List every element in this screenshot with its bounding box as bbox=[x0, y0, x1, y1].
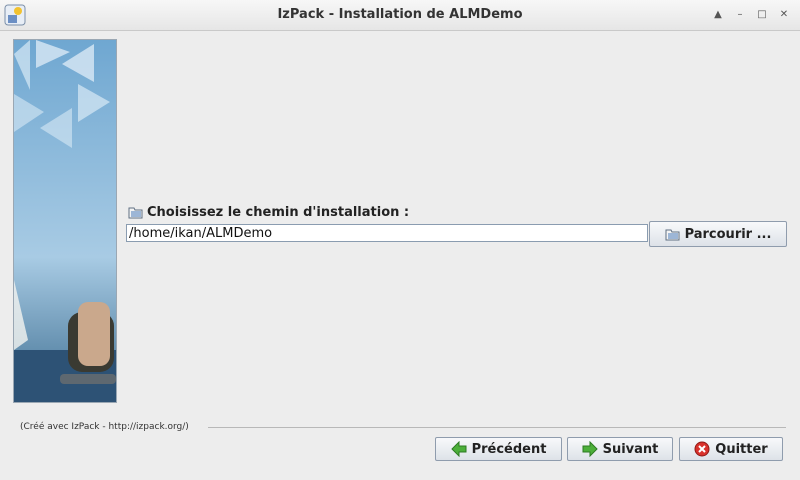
browse-button-label: Parcourir ... bbox=[684, 226, 772, 242]
title-bar: IzPack - Installation de ALMDemo ▲ – □ ✕ bbox=[0, 0, 800, 31]
minimize-icon[interactable]: – bbox=[732, 7, 748, 23]
previous-button[interactable]: Précédent bbox=[435, 437, 562, 461]
window-title: IzPack - Installation de ALMDemo bbox=[277, 7, 523, 22]
browse-button[interactable]: Parcourir ... bbox=[649, 221, 787, 247]
next-button[interactable]: Suivant bbox=[567, 437, 673, 461]
install-path-label: Choisissez le chemin d'installation : bbox=[147, 205, 410, 220]
next-button-label: Suivant bbox=[602, 441, 659, 457]
footer-divider bbox=[208, 427, 786, 428]
arrow-right-icon bbox=[582, 441, 598, 457]
folder-open-icon bbox=[665, 229, 680, 240]
sidebar-illustration bbox=[14, 40, 116, 402]
arrow-left-icon bbox=[450, 441, 467, 457]
stop-icon bbox=[694, 441, 710, 457]
folder-icon bbox=[128, 207, 143, 219]
credit-text: (Créé avec IzPack - http://izpack.org/) bbox=[20, 422, 189, 432]
maximize-icon[interactable]: □ bbox=[754, 7, 770, 23]
close-icon[interactable]: ✕ bbox=[776, 7, 792, 23]
quit-button-label: Quitter bbox=[715, 441, 768, 457]
window-up-icon[interactable]: ▲ bbox=[710, 7, 726, 23]
quit-button[interactable]: Quitter bbox=[679, 437, 783, 461]
previous-button-label: Précédent bbox=[471, 441, 547, 457]
sidebar-image bbox=[13, 39, 117, 403]
install-path-input[interactable] bbox=[126, 224, 648, 242]
